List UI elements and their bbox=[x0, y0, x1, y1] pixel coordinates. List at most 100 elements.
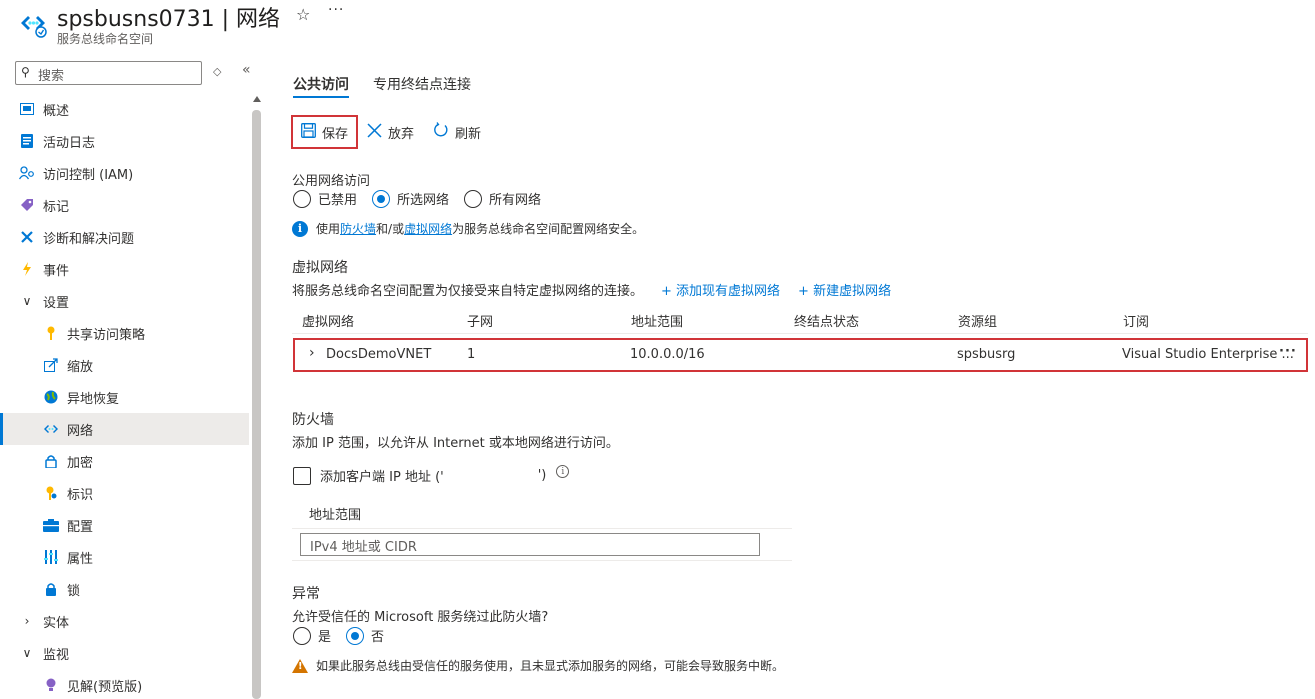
info-icon[interactable]: i bbox=[556, 465, 570, 478]
create-new-vnet-link[interactable]: + 新建虚拟网络 bbox=[798, 280, 891, 299]
vnet-name-cell: DocsDemoVNET bbox=[326, 347, 432, 362]
radio-disabled[interactable]: 已禁用 bbox=[293, 189, 357, 208]
wrench-icon bbox=[19, 229, 35, 245]
address-range-table: 地址范围 IPv4 地址或 CIDR bbox=[292, 498, 792, 561]
column-header[interactable]: 地址范围 bbox=[631, 311, 683, 330]
favorite-star-icon[interactable]: ☆ bbox=[296, 5, 310, 24]
add-existing-vnet-link[interactable]: + 添加现有虚拟网络 bbox=[661, 280, 780, 299]
column-header[interactable]: 订阅 bbox=[1123, 311, 1149, 330]
radio-all-networks[interactable]: 所有网络 bbox=[464, 189, 541, 208]
sidebar-item-configuration[interactable]: 配置 bbox=[0, 509, 249, 541]
radio-circle[interactable] bbox=[464, 189, 483, 208]
sidebar-item-events[interactable]: 事件 bbox=[0, 253, 249, 285]
column-header[interactable]: 终结点状态 bbox=[794, 311, 859, 330]
client-ip-label: 添加客户端 IP 地址 (' bbox=[320, 470, 444, 485]
more-options-icon[interactable]: ··· bbox=[328, 2, 344, 18]
firewall-link[interactable]: 防火墙 bbox=[340, 220, 376, 237]
sidebar-item-label: 监视 bbox=[43, 647, 70, 663]
sidebar-group-settings[interactable]: ∨ 设置 bbox=[0, 285, 249, 317]
sidebar-item-label: 异地恢复 bbox=[67, 391, 120, 407]
sidebar-item-encryption[interactable]: 加密 bbox=[0, 445, 249, 477]
radio-yes[interactable]: 是 bbox=[293, 626, 331, 645]
public-network-access-label: 公用网络访问 bbox=[292, 174, 371, 189]
column-header[interactable]: 子网 bbox=[467, 311, 493, 330]
sidebar-item-label: 实体 bbox=[43, 615, 70, 631]
warning-text: 如果此服务总线由受信任的服务使用，且未显式添加服务的网络，可能会导致服务中断。 bbox=[316, 659, 785, 673]
expand-chevron-icon[interactable]: › bbox=[309, 345, 315, 361]
sidebar-item-label: 活动日志 bbox=[43, 135, 96, 151]
column-header[interactable]: 资源组 bbox=[958, 311, 997, 330]
subnet-cell: 1 bbox=[467, 347, 476, 362]
radio-circle[interactable] bbox=[293, 189, 311, 208]
radio-label: 是 bbox=[318, 630, 332, 645]
refresh-label: 刷新 bbox=[455, 126, 482, 142]
tab-private-endpoint[interactable]: 专用终结点连接 bbox=[373, 74, 471, 94]
sidebar-item-label: 概述 bbox=[43, 103, 70, 119]
radio-circle-checked[interactable] bbox=[372, 189, 391, 208]
sidebar-item-locks[interactable]: 锁 bbox=[0, 573, 249, 605]
address-range-header: 地址范围 bbox=[292, 498, 792, 529]
sidebar-item-label: 标记 bbox=[43, 199, 70, 215]
collapse-sidebar-icon[interactable]: « bbox=[242, 62, 251, 78]
sidebar-item-identity[interactable]: 标识 bbox=[0, 477, 249, 509]
search-icon: ⚲ bbox=[21, 65, 30, 79]
row-more-options-icon[interactable]: ··· bbox=[1279, 344, 1297, 359]
scroll-up-arrow-icon[interactable] bbox=[253, 96, 261, 102]
ip-address-input[interactable]: IPv4 地址或 CIDR bbox=[300, 533, 760, 556]
sidebar-scrollbar[interactable] bbox=[252, 96, 262, 699]
sidebar-item-overview[interactable]: 概述 bbox=[0, 93, 249, 125]
resource-menu-sidebar: ⚲ 搜索 ◇ « 概述 活动日志 访问控制 (IAM) 标记 诊断和解决问题 事… bbox=[0, 52, 262, 699]
add-client-ip-row: 添加客户端 IP 地址 (' ') i bbox=[293, 465, 570, 485]
vnet-description-row: 将服务总线命名空间配置为仅接受来自特定虚拟网络的连接。 + 添加现有虚拟网络 +… bbox=[292, 280, 891, 299]
vnet-section-heading: 虚拟网络 bbox=[292, 260, 348, 276]
properties-icon bbox=[43, 549, 59, 565]
radio-label: 所选网络 bbox=[397, 193, 450, 208]
table-header-row: 虚拟网络 子网 地址范围 终结点状态 资源组 订阅 bbox=[292, 306, 1308, 334]
active-tab-indicator bbox=[293, 96, 349, 98]
sidebar-item-label: 缩放 bbox=[67, 359, 94, 375]
scrollbar-thumb[interactable] bbox=[252, 110, 261, 699]
tab-public-access[interactable]: 公共访问 bbox=[293, 74, 349, 94]
vnet-table: 虚拟网络 子网 地址范围 终结点状态 资源组 订阅 › DocsDemoVNET… bbox=[292, 306, 1308, 372]
warning-icon: ! bbox=[292, 658, 308, 673]
sidebar-group-entities[interactable]: › 实体 bbox=[0, 605, 249, 637]
table-row[interactable]: › DocsDemoVNET 1 10.0.0.0/16 spsbusrg Vi… bbox=[293, 338, 1308, 372]
bolt-icon bbox=[19, 261, 35, 277]
sidebar-item-geo-recovery[interactable]: 异地恢复 bbox=[0, 381, 249, 413]
activity-log-icon bbox=[19, 133, 35, 149]
sidebar-item-activity-log[interactable]: 活动日志 bbox=[0, 125, 249, 157]
search-input[interactable]: ⚲ 搜索 bbox=[15, 61, 202, 85]
sidebar-item-insights[interactable]: 见解(预览版) bbox=[0, 669, 249, 699]
discard-button[interactable]: 放弃 bbox=[367, 115, 414, 149]
sidebar-item-shared-access[interactable]: 共享访问策略 bbox=[0, 317, 249, 349]
radio-no[interactable]: 否 bbox=[346, 626, 384, 645]
sidebar-item-properties[interactable]: 属性 bbox=[0, 541, 249, 573]
refresh-button[interactable]: 刷新 bbox=[433, 115, 481, 149]
add-client-ip-checkbox[interactable] bbox=[293, 466, 311, 485]
sidebar-item-label: 加密 bbox=[67, 455, 94, 471]
key-icon bbox=[43, 325, 59, 341]
sidebar-item-diagnose[interactable]: 诊断和解决问题 bbox=[0, 221, 249, 253]
sidebar-group-monitoring[interactable]: ∨ 监视 bbox=[0, 637, 249, 669]
sidebar-item-networking[interactable]: 网络 bbox=[0, 413, 249, 445]
sidebar-item-label: 锁 bbox=[67, 583, 81, 599]
subscription-cell: Visual Studio Enterprise ... bbox=[1122, 347, 1294, 362]
page-title: spsbusns0731 | 网络 bbox=[57, 7, 281, 32]
sidebar-item-scale[interactable]: 缩放 bbox=[0, 349, 249, 381]
scale-icon bbox=[43, 357, 59, 373]
radio-circle[interactable] bbox=[293, 626, 311, 645]
network-icon bbox=[43, 421, 59, 437]
close-icon bbox=[367, 122, 382, 142]
column-header[interactable]: 虚拟网络 bbox=[302, 311, 354, 330]
radio-selected-networks[interactable]: 所选网络 bbox=[372, 189, 449, 208]
save-label: 保存 bbox=[322, 126, 349, 142]
radio-circle-checked[interactable] bbox=[346, 626, 365, 645]
sidebar-item-iam[interactable]: 访问控制 (IAM) bbox=[0, 157, 249, 189]
sidebar-item-label: 见解(预览版) bbox=[67, 679, 143, 695]
sidebar-item-tags[interactable]: 标记 bbox=[0, 189, 249, 221]
save-button[interactable]: 保存 bbox=[291, 115, 358, 149]
vnet-link[interactable]: 虚拟网络 bbox=[404, 220, 452, 237]
sort-icon[interactable]: ◇ bbox=[213, 65, 221, 78]
globe-icon bbox=[43, 389, 59, 405]
sidebar-item-label: 诊断和解决问题 bbox=[43, 231, 135, 247]
